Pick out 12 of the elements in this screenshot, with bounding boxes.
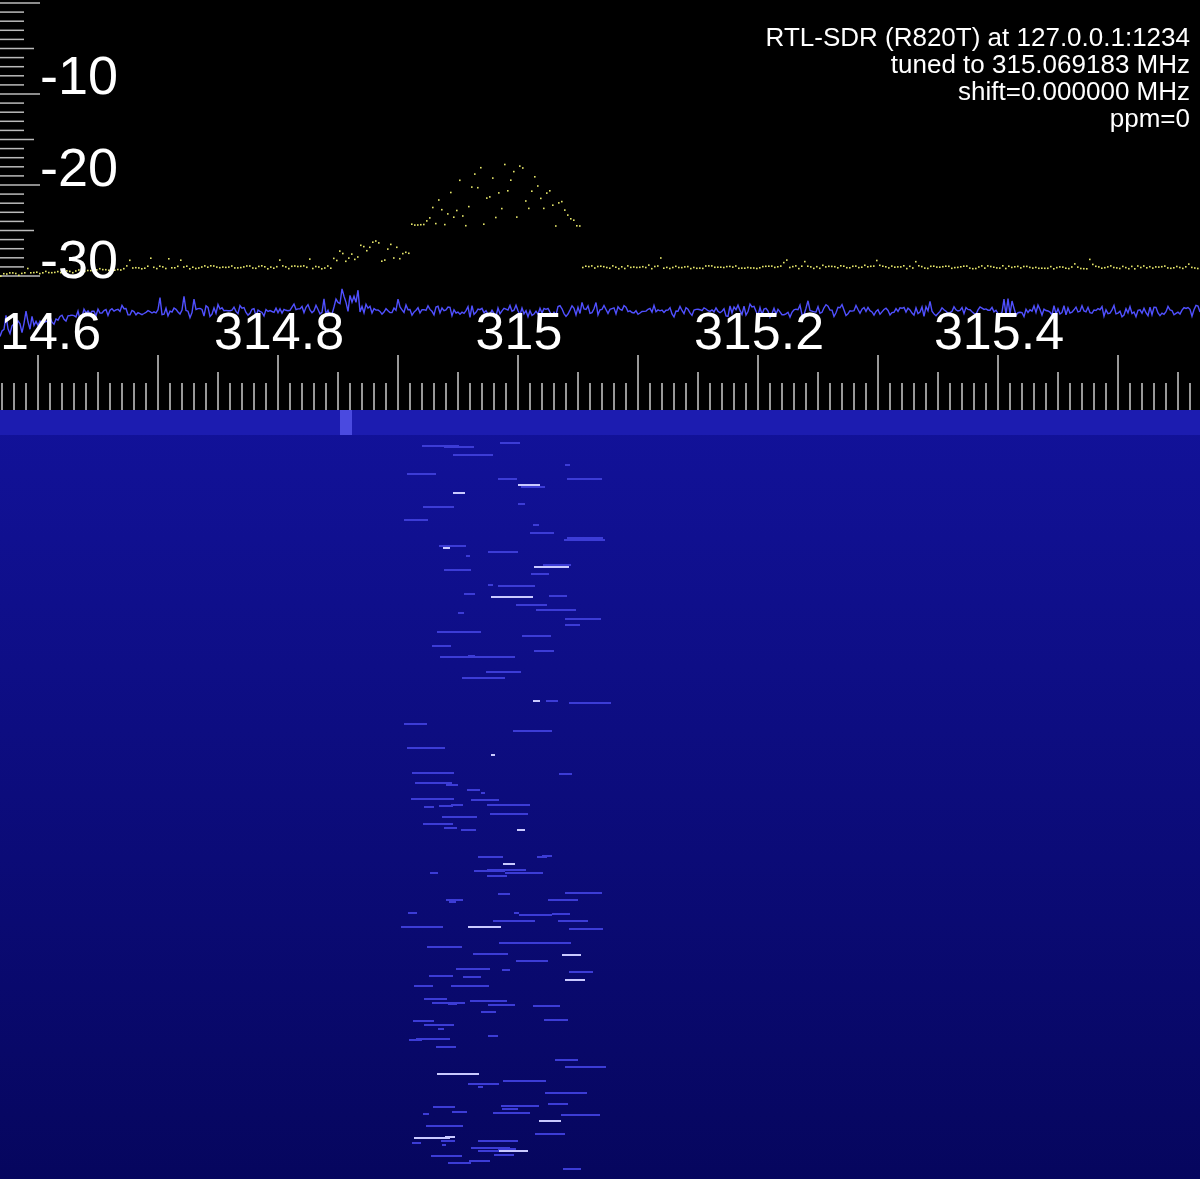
x-axis-label: 314.8: [213, 304, 345, 358]
y-axis-label: -20: [40, 140, 119, 194]
y-axis-label: -10: [40, 48, 119, 102]
x-axis-label: 315: [475, 304, 563, 358]
receiver-info: tuned to 315.069183 MHz: [890, 51, 1190, 78]
x-axis-label: 14.6: [0, 304, 102, 358]
receiver-info: ppm=0: [1109, 105, 1190, 132]
receiver-info: RTL-SDR (R820T) at 127.0.0.1:1234: [765, 24, 1190, 51]
y-axis-label: -30: [40, 232, 119, 286]
x-axis-label: 315.4: [933, 304, 1065, 358]
receiver-info: shift=0.000000 MHz: [958, 78, 1190, 105]
x-axis-label: 315.2: [693, 304, 825, 358]
